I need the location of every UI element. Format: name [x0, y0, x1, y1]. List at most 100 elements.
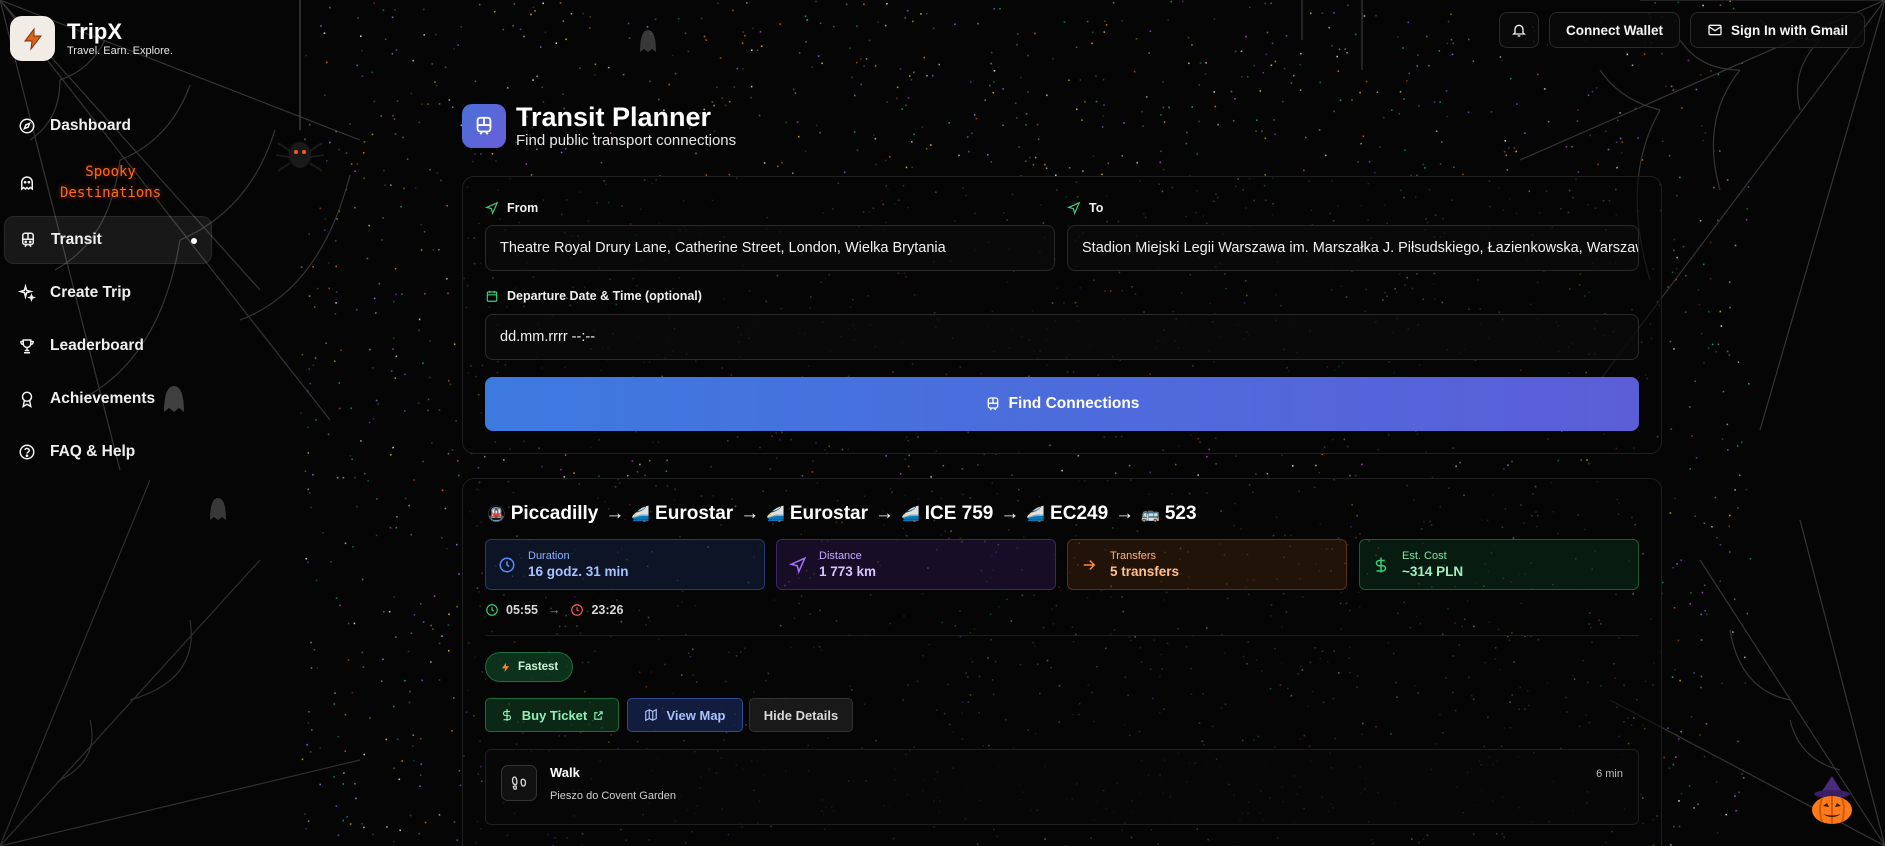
lightning-logo-icon: [10, 16, 55, 61]
connect-wallet-button[interactable]: Connect Wallet: [1548, 12, 1680, 48]
sidebar-item-label: Transit: [51, 231, 102, 248]
lightning-icon: [501, 662, 510, 672]
duration-stat: Duration 16 godz. 31 min: [485, 539, 765, 590]
sidebar-item-create-trip[interactable]: Create Trip: [4, 269, 212, 317]
route-arrow: →: [740, 503, 760, 524]
sidebar-item-faq-help[interactable]: FAQ & Help: [4, 428, 212, 476]
distance-stat: Distance 1 773 km: [776, 539, 1056, 590]
sidebar-item-achievements[interactable]: Achievements: [4, 375, 212, 423]
distance-label: Distance: [819, 550, 862, 562]
train-icon: [987, 397, 998, 411]
train-icon: 🚄: [901, 506, 920, 523]
sidebar-item-dashboard[interactable]: Dashboard: [4, 102, 212, 150]
map-icon: [645, 708, 658, 722]
sidebar-item-label: Spooky Destinations: [60, 164, 162, 201]
brand[interactable]: TripX Travel. Earn. Explore.: [10, 16, 173, 61]
to-label: To: [1067, 201, 1103, 215]
navigation-icon: [789, 556, 807, 574]
arrow-right-icon: →: [547, 603, 561, 617]
notifications-button[interactable]: [1498, 12, 1539, 48]
buy-ticket-button[interactable]: Buy Ticket: [485, 698, 619, 732]
route-arrow: →: [605, 503, 625, 524]
app-tagline: Travel. Earn. Explore.: [67, 44, 173, 57]
mail-icon: [1708, 24, 1722, 36]
arrow-right-icon: [1083, 559, 1096, 570]
route-arrow: →: [1000, 503, 1020, 524]
active-indicator-dot: [191, 238, 197, 244]
dollar-icon: [502, 709, 511, 721]
sparkles-icon: [18, 284, 36, 302]
route-arrow: →: [1115, 503, 1135, 524]
train-icon: [22, 232, 34, 248]
award-icon: [21, 391, 33, 408]
step-description: Pieszo do Covent Garden: [550, 790, 676, 802]
sidebar-item-label: Create Trip: [50, 284, 131, 301]
route-leg: Piccadilly: [510, 503, 599, 524]
sidebar-item-label: Achievements: [50, 390, 156, 407]
find-connections-button[interactable]: Find Connections: [485, 377, 1639, 431]
duration-label: Duration: [528, 550, 570, 562]
duration-value: 16 godz. 31 min: [528, 564, 629, 579]
route-leg: Eurostar: [789, 503, 869, 524]
transfers-stat: Transfers 5 transfers: [1067, 539, 1347, 590]
departure-time: 05:55: [506, 603, 538, 617]
calendar-icon: [486, 290, 498, 302]
metro-icon: 🚇: [487, 506, 506, 523]
sidebar-nav: Dashboard Spooky Destinations Transit Cr…: [4, 102, 212, 481]
sidebar-item-transit[interactable]: Transit: [4, 216, 212, 264]
sidebar-item-label: Leaderboard: [50, 337, 144, 354]
dollar-icon: [1375, 557, 1387, 572]
navigation-icon: [485, 201, 499, 215]
departure-label: Departure Date & Time (optional): [485, 289, 702, 303]
from-input[interactable]: Theatre Royal Drury Lane, Catherine Stre…: [485, 225, 1055, 271]
pumpkin-icon[interactable]: [1806, 774, 1858, 826]
route-arrow: →: [875, 503, 895, 524]
departure-datetime-input[interactable]: dd.mm.rrrr --:--: [485, 314, 1639, 360]
sign-in-label: Sign In with Gmail: [1730, 22, 1848, 38]
page-subtitle: Find public transport connections: [516, 132, 737, 149]
bus-icon: 🚌: [1141, 506, 1160, 523]
compass-icon: [19, 118, 35, 134]
train-icon: 🚄: [1026, 506, 1046, 523]
view-map-button[interactable]: View Map: [627, 698, 743, 732]
train-icon: 🚄: [766, 506, 785, 523]
app-name: TripX: [67, 18, 123, 44]
route-step: Walk Pieszo do Covent Garden 6 min: [485, 749, 1639, 825]
route-leg: ICE 759: [924, 503, 994, 524]
train-icon: [462, 104, 506, 148]
sidebar-item-spooky-destinations[interactable]: Spooky Destinations: [4, 155, 212, 211]
distance-value: 1 773 km: [819, 564, 877, 579]
external-link-icon: [594, 710, 603, 720]
step-duration: 6 min: [1596, 768, 1623, 780]
bell-icon: [1512, 24, 1526, 37]
navigation-icon: [1067, 201, 1081, 215]
step-title: Walk: [550, 765, 580, 780]
cost-label: Est. Cost: [1402, 550, 1447, 562]
clock-icon: [571, 604, 584, 616]
clock-icon: [499, 557, 515, 572]
trophy-icon: [20, 339, 34, 354]
cost-stat: Est. Cost ~314 PLN: [1359, 539, 1639, 590]
route-leg: 523: [1164, 503, 1197, 524]
sign-in-gmail-button[interactable]: Sign In with Gmail: [1689, 12, 1865, 48]
transit-search-form: From Theatre Royal Drury Lane, Catherine…: [462, 176, 1662, 454]
sidebar-item-label: FAQ & Help: [50, 443, 136, 460]
clock-icon: [486, 604, 498, 616]
route-title: 🚇 Piccadilly → 🚄 Eurostar → 🚄 Eurostar → 🚄 I…: [487, 503, 1197, 525]
divider: [485, 635, 1639, 636]
from-label: From: [485, 201, 538, 215]
train-icon: 🚄: [631, 506, 651, 523]
route-times: 05:55 → 23:26: [485, 603, 623, 617]
ghost-icon: [21, 176, 33, 191]
footprints-icon: [501, 765, 537, 801]
page-title: Transit Planner: [516, 102, 712, 132]
transfers-label: Transfers: [1110, 550, 1157, 562]
to-input[interactable]: Stadion Miejski Legii Warszawa im. Marsz…: [1067, 225, 1639, 271]
hide-details-button[interactable]: Hide Details: [749, 698, 853, 732]
cost-value: ~314 PLN: [1402, 564, 1464, 579]
fastest-badge: Fastest: [485, 652, 574, 682]
route-leg: Eurostar: [655, 503, 734, 524]
header-actions: Connect Wallet Sign In with Gmail: [1498, 12, 1865, 48]
sidebar-item-leaderboard[interactable]: Leaderboard: [4, 322, 212, 370]
sidebar-item-label: Dashboard: [50, 117, 131, 134]
